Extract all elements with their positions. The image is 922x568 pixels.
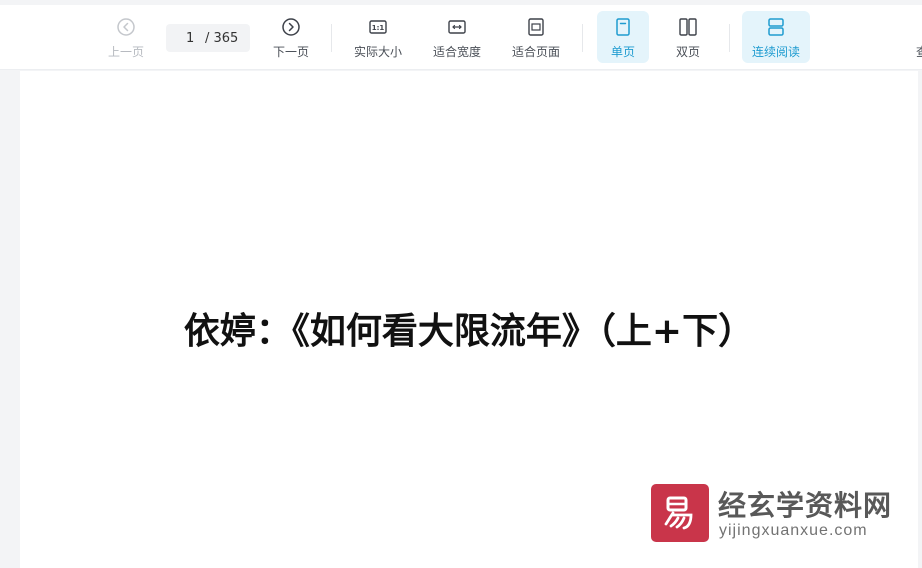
fit-width-label: 适合宽度 <box>432 45 481 59</box>
watermark-url: yijingxuanxue.com <box>719 522 868 539</box>
current-page-input[interactable]: 1 <box>186 31 200 46</box>
toolbar-divider <box>582 24 583 52</box>
continuous-reading-button[interactable]: 连续阅读 <box>742 11 810 63</box>
prev-page-label: 上一页 <box>107 45 144 59</box>
single-page-icon <box>616 18 630 36</box>
fit-width-icon <box>448 20 466 34</box>
next-page-button[interactable]: 下一页 <box>265 11 317 63</box>
yi-character-logo-icon <box>664 496 693 530</box>
single-page-label: 单页 <box>610 45 635 59</box>
document-title: 依婷：《如何看大限流年》（上+下） <box>183 311 755 352</box>
continuous-reading-label: 连续阅读 <box>751 45 800 59</box>
actual-size-button[interactable]: 1:1 实际大小 <box>346 11 410 63</box>
double-page-button[interactable]: 双页 <box>662 11 714 63</box>
fit-page-label: 适合页面 <box>511 45 560 59</box>
next-page-label: 下一页 <box>272 45 309 59</box>
fit-width-button[interactable]: 适合宽度 <box>425 11 489 63</box>
double-page-label: 双页 <box>675 45 700 59</box>
continuous-scroll-icon <box>768 18 784 36</box>
actual-size-label: 实际大小 <box>353 45 402 59</box>
toolbar-divider <box>331 24 332 52</box>
toolbar-overflow-label[interactable]: 查 <box>916 43 922 60</box>
chevron-left-circle-icon <box>117 18 135 36</box>
fit-page-icon <box>528 18 544 36</box>
page-number-field[interactable]: 1 / 365 <box>166 24 250 52</box>
single-page-button[interactable]: 单页 <box>597 11 649 63</box>
double-page-icon <box>679 18 697 36</box>
total-pages: / 365 <box>205 30 239 46</box>
chevron-right-circle-icon <box>282 18 300 36</box>
site-watermark: 经玄学资料网 yijingxuanxue.com <box>651 484 891 544</box>
toolbar-top-strip <box>0 0 922 5</box>
watermark-site-name: 经玄学资料网 <box>718 489 893 522</box>
fit-page-button[interactable]: 适合页面 <box>504 11 568 63</box>
prev-page-button[interactable]: 上一页 <box>100 11 152 63</box>
actual-size-icon: 1:1 <box>369 20 387 34</box>
svg-text:1:1: 1:1 <box>372 24 385 32</box>
site-logo <box>651 484 709 542</box>
pdf-toolbar: 上一页 1 / 365 下一页 1:1 实际大小 适合宽度 适合页面 单页 双页… <box>0 0 922 70</box>
toolbar-divider <box>729 24 730 52</box>
